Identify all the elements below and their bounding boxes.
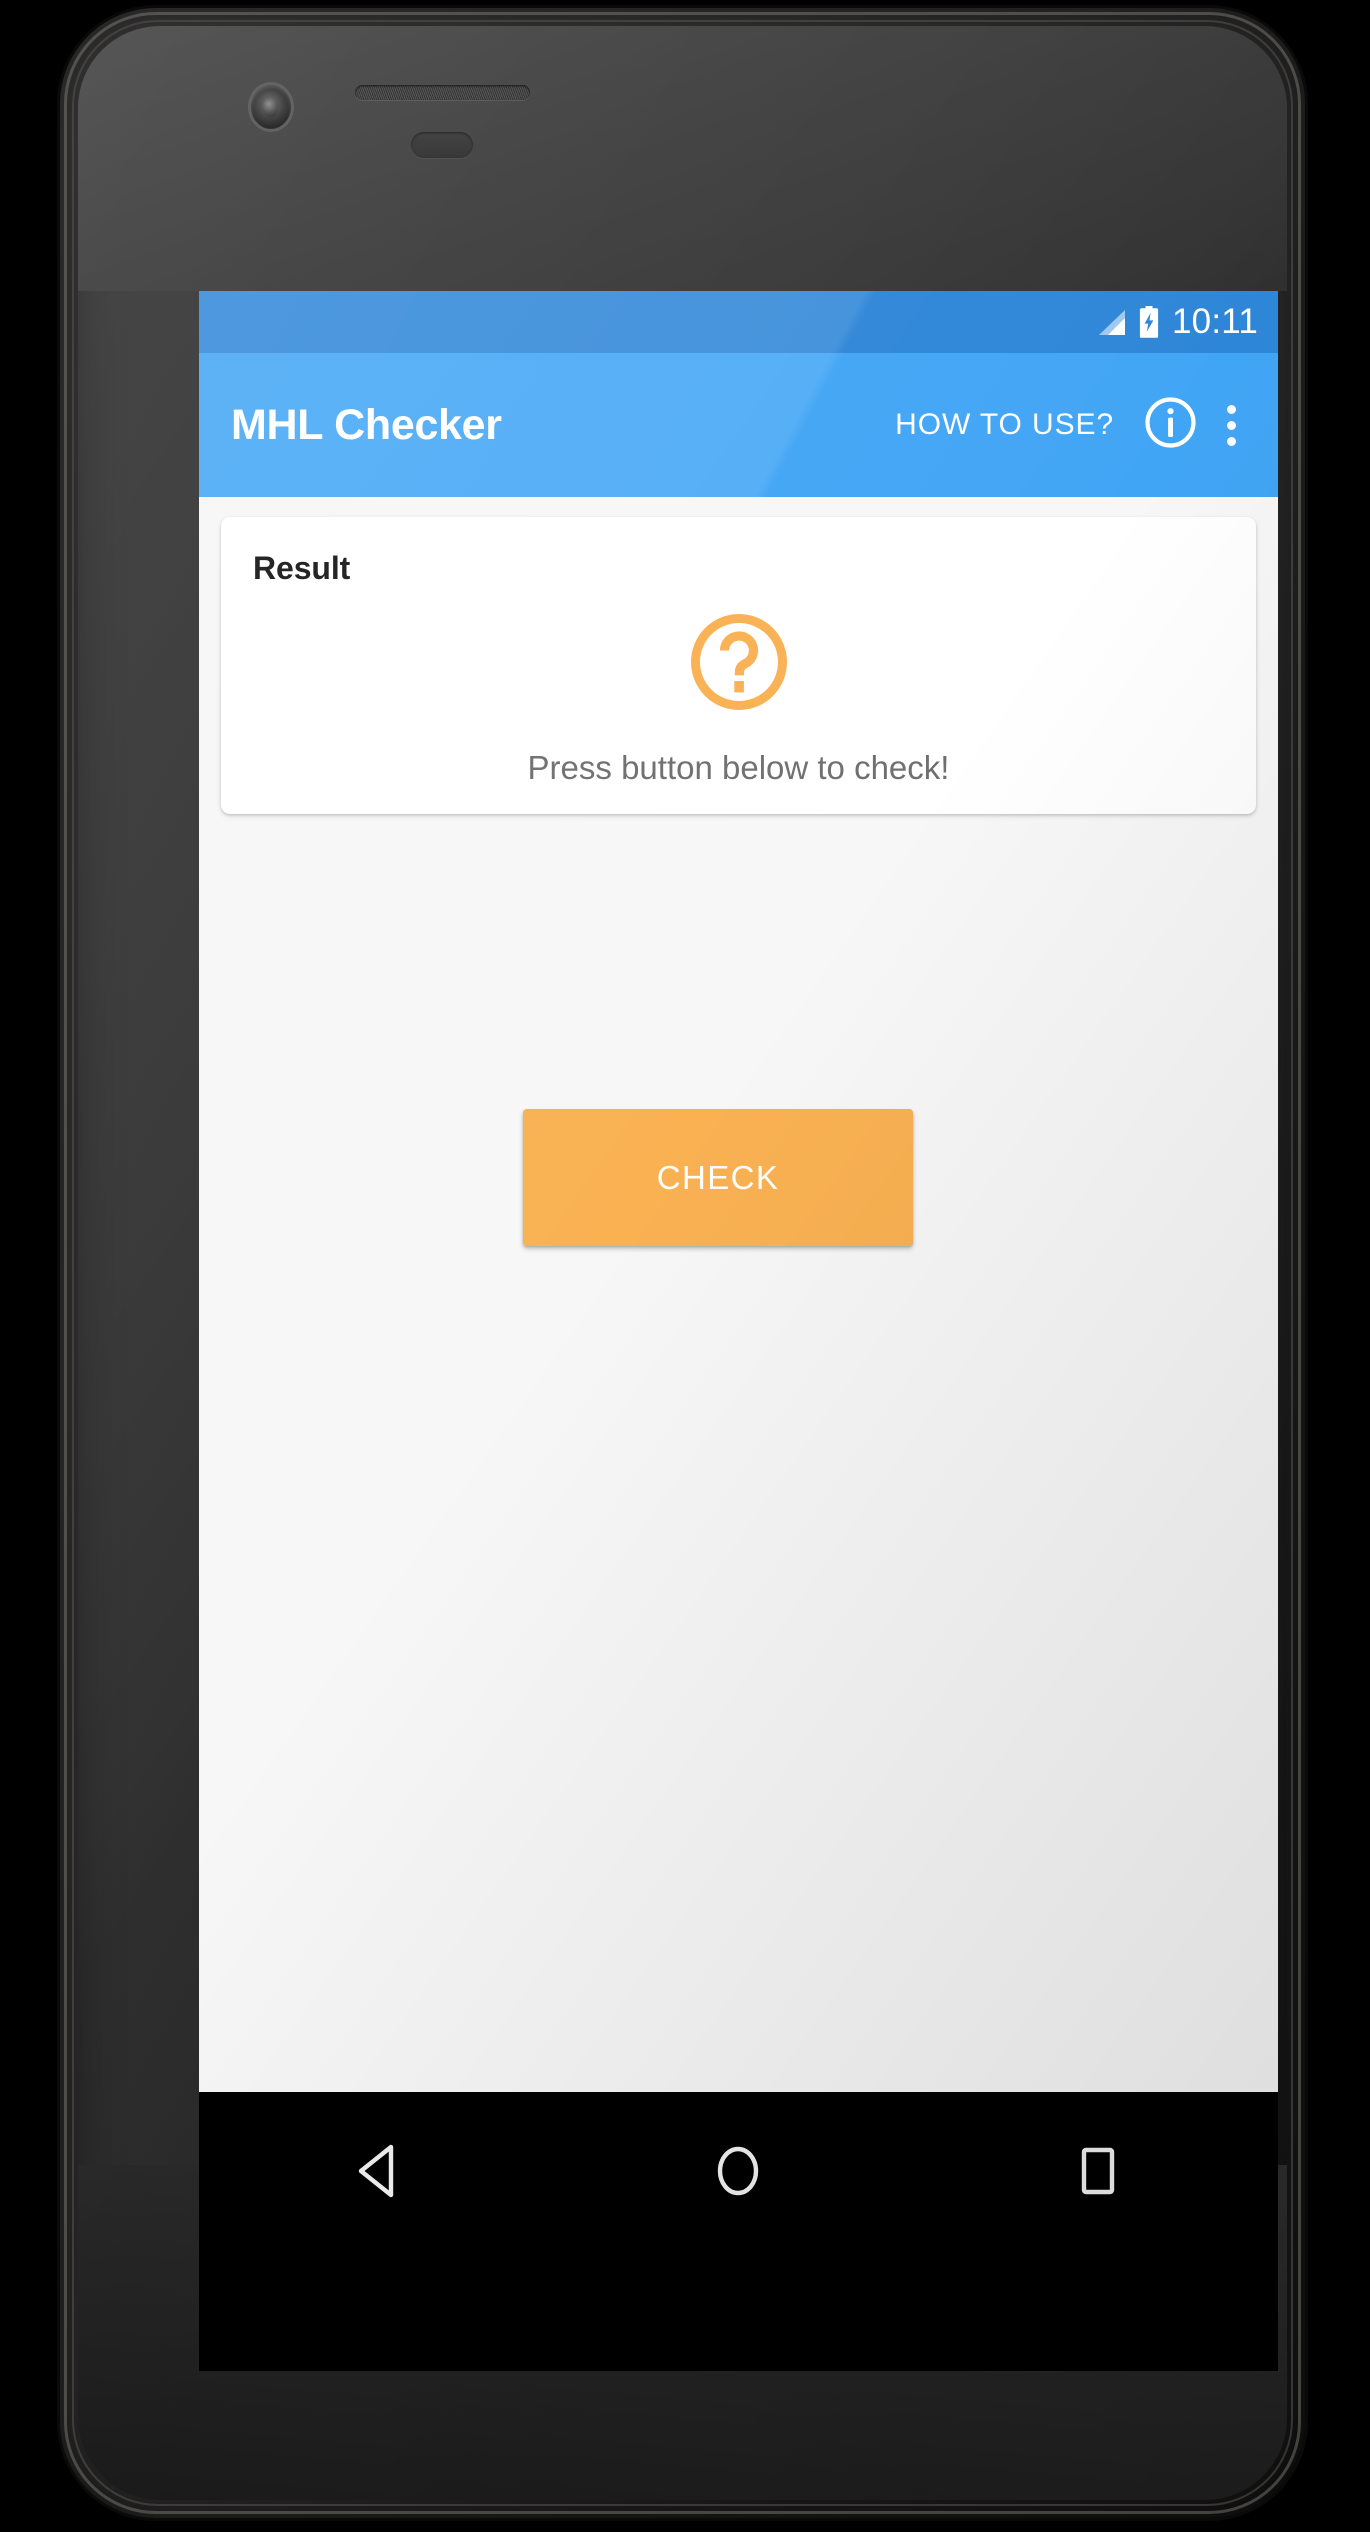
status-bar: 10:11 (199, 291, 1278, 353)
front-camera-icon (251, 85, 291, 129)
back-triangle-icon (353, 2143, 405, 2204)
check-button[interactable]: CHECK (523, 1109, 913, 1246)
navigation-bar (199, 2092, 1278, 2371)
phone-device-frame: 10:11 MHL Checker HOW TO USE? Result Pre… (60, 8, 1305, 2518)
overflow-action[interactable] (1211, 395, 1256, 456)
how-to-use-action[interactable]: HOW TO USE? (879, 394, 1130, 456)
battery-charging-icon (1139, 306, 1159, 338)
app-title: MHL Checker (231, 400, 502, 449)
question-mark-circle-icon (687, 610, 791, 719)
status-bar-clock: 10:11 (1172, 301, 1258, 341)
more-vert-icon-dot-1 (1227, 404, 1236, 414)
more-vert-icon-dot-2 (1227, 420, 1236, 430)
result-card-title: Result (253, 550, 351, 586)
nav-recents-button[interactable] (1023, 2128, 1173, 2218)
info-action[interactable] (1130, 386, 1211, 464)
info-circle-icon (1144, 396, 1197, 454)
recents-square-icon (1072, 2143, 1124, 2204)
earpiece-speaker-icon (355, 85, 530, 100)
app-bar: MHL Checker HOW TO USE? (199, 353, 1278, 497)
result-icon-wrap (221, 610, 1256, 719)
content-area: Result Press button below to check! CHEC… (199, 497, 1278, 2092)
front-camera-lens (263, 97, 278, 117)
more-vert-icon-dot-3 (1227, 436, 1236, 446)
proximity-sensor-strip (411, 132, 473, 158)
result-card-message: Press button below to check! (527, 749, 950, 786)
result-card: Result Press button below to check! (221, 517, 1256, 814)
signal-icon (1096, 309, 1126, 336)
nav-home-button[interactable] (663, 2128, 813, 2218)
phone-top-bezel (78, 26, 1287, 291)
phone-screen: 10:11 MHL Checker HOW TO USE? Result Pre… (199, 291, 1278, 2371)
home-circle-icon (712, 2143, 764, 2204)
nav-back-button[interactable] (304, 2128, 454, 2218)
